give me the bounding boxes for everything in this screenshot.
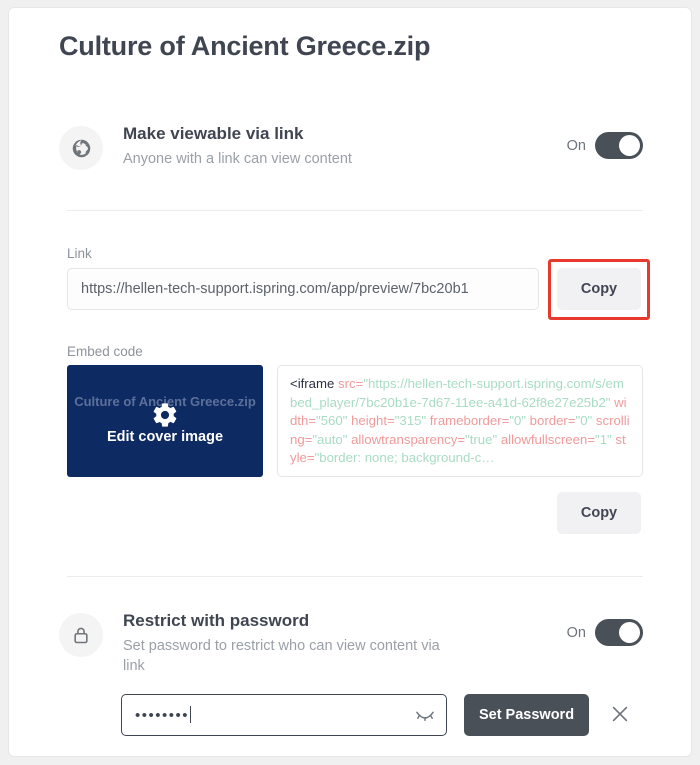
link-sharing-subtitle: Anyone with a link can view content (123, 151, 352, 167)
lock-icon (59, 613, 103, 657)
link-sharing-title: Make viewable via link (123, 124, 304, 143)
password-input[interactable]: •••••••• (121, 694, 447, 736)
edit-cover-image-label: Edit cover image (106, 429, 224, 445)
link-sharing-toggle[interactable] (595, 132, 643, 159)
globe-icon (59, 126, 103, 170)
embed-code-field[interactable]: <iframe src="https://hellen-tech-support… (277, 365, 643, 477)
password-toggle-label: On (566, 624, 586, 641)
divider-top (67, 210, 643, 211)
close-icon[interactable] (609, 703, 631, 725)
password-setting-text: Restrict with password Set password to r… (123, 609, 463, 676)
share-settings-card: Culture of Ancient Greece.zip Make viewa… (8, 7, 692, 757)
password-setting-title: Restrict with password (123, 611, 310, 630)
toggle-knob (619, 135, 640, 156)
set-password-button[interactable]: Set Password (464, 694, 589, 736)
password-setting-subtitle: Set password to restrict who can view co… (123, 638, 440, 674)
link-label: Link (67, 246, 92, 261)
text-caret (190, 706, 192, 723)
cover-image-thumbnail[interactable]: Culture of Ancient Greece.zip Edit cover… (67, 365, 263, 477)
page-title: Culture of Ancient Greece.zip (59, 31, 431, 61)
embed-copy-button[interactable]: Copy (557, 492, 641, 534)
embed-code-text: <iframe src="https://hellen-tech-support… (290, 376, 630, 466)
link-input[interactable]: https://hellen-tech-support.ispring.com/… (67, 268, 539, 310)
eye-off-icon[interactable] (414, 706, 436, 726)
password-toggle[interactable] (595, 619, 643, 646)
embed-code-label: Embed code (67, 344, 143, 359)
link-copy-button[interactable]: Copy (557, 268, 641, 310)
toggle-knob (619, 622, 640, 643)
password-toggle-group[interactable]: On (567, 619, 643, 646)
link-sharing-text: Make viewable via link Anyone with a lin… (123, 122, 352, 169)
link-sharing-toggle-group[interactable]: On (567, 132, 643, 159)
password-value: •••••••• (135, 706, 192, 724)
link-sharing-toggle-label: On (566, 137, 586, 154)
divider-bottom (67, 576, 643, 577)
